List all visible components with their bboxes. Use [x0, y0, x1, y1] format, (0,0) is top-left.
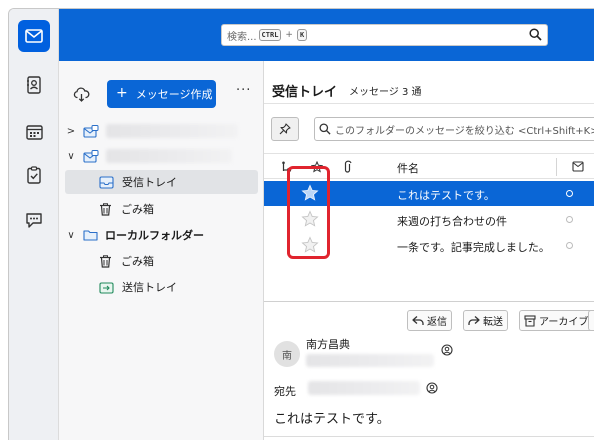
unread-status-icon[interactable]: [566, 216, 573, 223]
chevron-right-icon[interactable]: >: [65, 126, 77, 137]
contact-icon[interactable]: [426, 382, 438, 394]
sender-address-redacted: [306, 354, 434, 367]
folder-title: 受信トレイ: [272, 85, 338, 100]
compose-button[interactable]: + メッセージ作成: [107, 80, 216, 108]
avatar: 南: [274, 341, 300, 367]
folder-inbox[interactable]: 受信トレイ: [65, 170, 258, 194]
divider: [264, 436, 594, 437]
address-book-space-button[interactable]: [18, 69, 50, 101]
unread-status-icon[interactable]: [566, 242, 573, 249]
folder-trash-local[interactable]: ごみ箱: [65, 249, 258, 273]
shortcut-key-ctrl: CTRL: [258, 29, 282, 41]
app-window: 検索... CTRL + K + メッセージ作成 ··· > ∨ 受信トレイ ご…: [8, 8, 594, 440]
attachment-column-icon[interactable]: [343, 160, 352, 174]
account-row-2[interactable]: ∨: [65, 144, 258, 168]
recipient-address-redacted: [308, 381, 420, 395]
message-filter-input[interactable]: このフォルダーのメッセージを絞り込む <Ctrl+Shift+K>: [314, 117, 594, 141]
reply-icon: [412, 316, 424, 325]
calendar-space-button[interactable]: [18, 116, 50, 148]
account-name-redacted: [106, 149, 232, 163]
mail-icon: [25, 29, 43, 43]
message-subject: 一条です。記事完成しました。: [397, 241, 550, 254]
contact-icon[interactable]: [441, 344, 453, 356]
more-options-icon[interactable]: ···: [236, 83, 251, 98]
folder-trash[interactable]: ごみ箱: [65, 197, 258, 221]
filter-placeholder: このフォルダーのメッセージを絞り込む <Ctrl+Shift+K>: [335, 125, 594, 137]
reply-button[interactable]: 返信: [407, 310, 452, 331]
address-book-icon: [27, 76, 41, 94]
tasks-icon: [27, 166, 41, 184]
folder-icon: [83, 230, 98, 241]
divider: [264, 103, 594, 104]
forward-button[interactable]: 転送: [463, 310, 508, 331]
forward-label: 転送: [483, 317, 503, 328]
outbox-icon: [99, 281, 114, 294]
calendar-icon: [25, 125, 43, 140]
folder-label: ローカルフォルダー: [105, 229, 204, 242]
archive-icon: [524, 314, 536, 327]
folder-pane: + メッセージ作成 ··· > ∨ 受信トレイ ごみ箱 ∨ ローカルフォルダー …: [59, 61, 264, 440]
account-icon: [83, 124, 99, 138]
account-name-redacted: [106, 124, 238, 138]
message-subject: これはテストです。: [397, 189, 495, 202]
column-divider: [556, 158, 557, 176]
archive-button[interactable]: アーカイブ: [519, 310, 594, 331]
folder-label: ごみ箱: [121, 255, 154, 268]
trash-icon: [100, 254, 111, 268]
global-search-field[interactable]: 検索... CTRL + K: [221, 24, 548, 46]
chevron-down-icon[interactable]: ∨: [65, 151, 77, 162]
subject-column-header[interactable]: 件名: [397, 160, 419, 176]
account-icon: [83, 149, 99, 163]
column-picker-icon[interactable]: [572, 161, 584, 172]
message-subject: 来週の打ち合わせの件: [397, 215, 507, 228]
forward-icon: [468, 316, 480, 325]
search-icon[interactable]: [529, 28, 542, 41]
to-label: 宛先: [274, 385, 296, 398]
pin-icon: [279, 123, 291, 135]
annotation-highlight-box: [287, 166, 330, 259]
spaces-toolbar: [9, 9, 59, 440]
search-placeholder: 検索...: [227, 31, 257, 43]
compose-label: メッセージ作成: [135, 88, 213, 101]
message-subject-heading: これはテストです。: [274, 412, 390, 427]
folder-outbox[interactable]: 送信トレイ: [65, 275, 258, 299]
plus-icon: +: [116, 85, 128, 101]
unread-status-icon[interactable]: [566, 190, 573, 197]
folder-label: ごみ箱: [121, 203, 154, 216]
chat-icon: [26, 212, 42, 228]
trash-icon: [100, 202, 111, 216]
sender-name[interactable]: 南方昌典: [306, 336, 350, 352]
folder-label: 送信トレイ: [122, 281, 177, 294]
folder-label: 受信トレイ: [122, 176, 177, 189]
more-actions-button[interactable]: [588, 310, 594, 331]
tasks-space-button[interactable]: [18, 159, 50, 191]
message-header-pane: 返信 転送 アーカイブ 南 南方昌典 宛先 これはテストです。: [264, 302, 594, 440]
get-messages-icon[interactable]: [73, 87, 90, 102]
title-bar: 検索... CTRL + K: [59, 9, 594, 61]
reply-label: 返信: [427, 317, 447, 328]
chat-space-button[interactable]: [18, 204, 50, 236]
account-row-1[interactable]: >: [65, 119, 258, 143]
message-count: メッセージ 3 通: [349, 87, 422, 98]
chevron-down-icon[interactable]: ∨: [65, 230, 77, 241]
search-icon: [319, 123, 331, 135]
shortcut-plus: +: [285, 30, 293, 40]
inbox-icon: [99, 175, 114, 189]
archive-label: アーカイブ: [539, 317, 589, 328]
shortcut-key-k: K: [296, 29, 308, 41]
mail-space-button[interactable]: [18, 20, 50, 52]
quick-filter-pin-button[interactable]: [271, 117, 299, 141]
folder-local-folders[interactable]: ∨ ローカルフォルダー: [65, 223, 258, 247]
